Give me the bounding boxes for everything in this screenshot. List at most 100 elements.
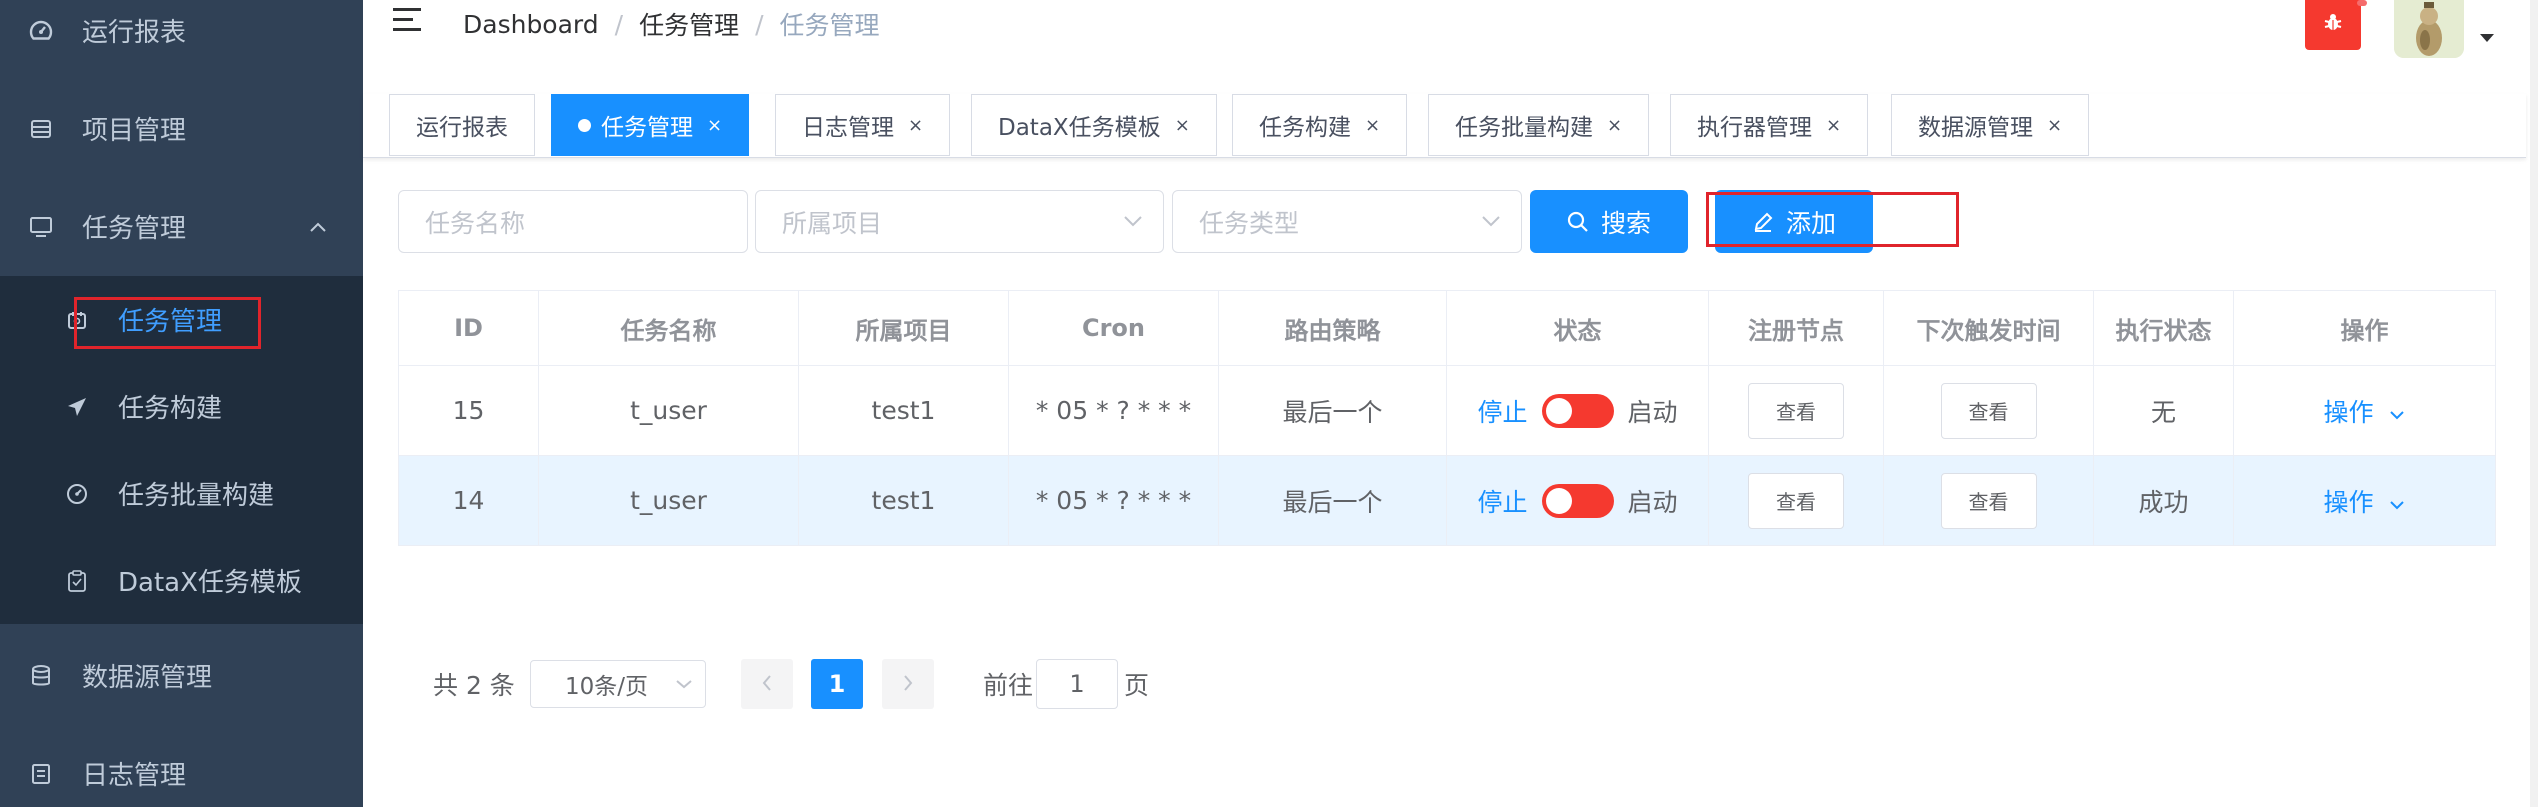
pagination-total: 共 2 条: [433, 671, 515, 700]
task-type-select[interactable]: 任务类型: [1172, 190, 1522, 253]
cell-operation: 操作: [2234, 456, 2496, 545]
close-icon[interactable]: ×: [1607, 115, 1622, 136]
view-next-trigger-button[interactable]: 查看: [1940, 472, 2037, 529]
header-exec-status: 执行状态: [2094, 291, 2234, 365]
cell-exec-status: 无: [2094, 366, 2234, 455]
tag-label: 任务批量构建: [1455, 115, 1593, 141]
hamburger-icon[interactable]: [393, 8, 423, 34]
cell-id: 15: [399, 366, 539, 455]
page-size-value: 10条/页: [565, 674, 649, 700]
search-button[interactable]: 搜索: [1530, 190, 1688, 253]
sidebar-item-datasource[interactable]: 数据源管理: [0, 627, 363, 724]
tag-datasource-management[interactable]: 数据源管理 ×: [1891, 94, 2090, 156]
tag-dashboard[interactable]: 运行报表: [389, 94, 535, 156]
operation-dropdown[interactable]: 操作: [2324, 483, 2406, 519]
bug-report-button[interactable]: [2305, 0, 2361, 50]
goto-page-input[interactable]: 1: [1036, 659, 1118, 709]
tag-log-management[interactable]: 日志管理 ×: [775, 94, 951, 156]
next-page-button[interactable]: [882, 659, 934, 709]
submenu-item-label: 任务批量构建: [118, 481, 275, 511]
stop-label[interactable]: 停止: [1477, 393, 1527, 429]
close-icon[interactable]: ×: [2047, 115, 2062, 136]
submenu-item-task-build[interactable]: 任务构建: [0, 363, 363, 450]
caret-down-icon[interactable]: [2480, 34, 2494, 42]
tag-executor-management[interactable]: 执行器管理 ×: [1670, 94, 1869, 156]
view-node-button[interactable]: 查看: [1748, 382, 1844, 439]
header-operation: 操作: [2234, 291, 2496, 365]
log-icon: [28, 761, 54, 787]
header-id: ID: [399, 291, 539, 365]
gauge-icon: [64, 481, 90, 507]
highlight-box-add: [1706, 192, 1959, 247]
tag-task-management[interactable]: 任务管理 ×: [551, 94, 750, 156]
cell-operation: 操作: [2234, 366, 2496, 455]
scrollbar[interactable]: [2530, 0, 2538, 807]
project-select[interactable]: 所属项目: [755, 190, 1164, 253]
cell-task-name: t_user: [539, 366, 799, 455]
task-name-input[interactable]: 任务名称: [398, 190, 748, 253]
tag-label: 任务构建: [1259, 115, 1351, 141]
close-icon[interactable]: ×: [1175, 115, 1190, 136]
cell-task-name: t_user: [539, 456, 799, 545]
goto-suffix: 页: [1124, 671, 1150, 700]
tag-label: 任务管理: [601, 115, 693, 141]
breadcrumb-task-management[interactable]: 任务管理: [639, 6, 739, 42]
avatar[interactable]: [2394, 0, 2464, 58]
tag-label: 执行器管理: [1697, 115, 1812, 141]
task-type-placeholder: 任务类型: [1199, 208, 1300, 238]
monitor-icon: [28, 214, 54, 240]
cell-next-trigger: 查看: [1884, 456, 2094, 545]
search-icon: [1567, 211, 1589, 233]
chevron-left-icon: [761, 670, 773, 698]
view-node-button[interactable]: 查看: [1748, 472, 1844, 529]
start-label[interactable]: 启动: [1628, 393, 1678, 429]
highlight-box-task-management: [74, 297, 261, 349]
prev-page-button[interactable]: [741, 659, 793, 709]
close-icon[interactable]: ×: [707, 115, 722, 136]
cell-cron: * 05 * ? * * *: [1009, 456, 1219, 545]
page-number-button[interactable]: 1: [811, 659, 863, 709]
cell-cron: * 05 * ? * * *: [1009, 366, 1219, 455]
search-button-label: 搜索: [1600, 208, 1651, 238]
tag-datax-template[interactable]: DataX任务模板 ×: [971, 94, 1217, 156]
submenu-item-datax-template[interactable]: DataX任务模板: [0, 537, 363, 624]
sidebar-item-task-management[interactable]: 任务管理: [0, 178, 363, 275]
sidebar-item-project[interactable]: 项目管理: [0, 80, 363, 177]
chevron-down-icon: [2389, 398, 2405, 427]
start-label[interactable]: 启动: [1628, 483, 1678, 519]
submenu-item-label: 任务构建: [118, 394, 223, 424]
breadcrumb: Dashboard / 任务管理 / 任务管理: [463, 6, 880, 42]
close-icon[interactable]: ×: [1365, 115, 1380, 136]
table-row[interactable]: 14 t_user test1 * 05 * ? * * * 最后一个 停止 启…: [399, 456, 2496, 546]
table-row[interactable]: 15 t_user test1 * 05 * ? * * * 最后一个 停止 启…: [399, 366, 2496, 456]
switch-knob: [1545, 487, 1572, 514]
cell-route: 最后一个: [1219, 366, 1447, 455]
cell-id: 14: [399, 456, 539, 545]
dashboard-icon: [28, 18, 54, 44]
project-icon: [28, 116, 54, 142]
tag-task-batch-build[interactable]: 任务批量构建 ×: [1428, 94, 1650, 156]
sidebar-item-dashboard[interactable]: 运行报表: [0, 0, 363, 79]
tag-task-build[interactable]: 任务构建 ×: [1232, 94, 1408, 156]
sidebar-item-log[interactable]: 日志管理: [0, 725, 363, 807]
tags-view: 运行报表 任务管理 × 日志管理 × DataX任务模板 × 任务构建 × 任务…: [363, 94, 2526, 158]
page-size-select[interactable]: 10条/页: [530, 660, 706, 708]
chevron-down-icon: [1481, 209, 1501, 234]
switch-knob: [1545, 397, 1572, 424]
status-switch[interactable]: [1541, 393, 1614, 428]
stop-label[interactable]: 停止: [1477, 483, 1527, 519]
header-cron: Cron: [1009, 291, 1219, 365]
view-next-trigger-button[interactable]: 查看: [1940, 382, 2037, 439]
close-icon[interactable]: ×: [908, 115, 923, 136]
cell-route: 最后一个: [1219, 456, 1447, 545]
breadcrumb-current: 任务管理: [779, 11, 880, 40]
submenu-item-task-batch-build[interactable]: 任务批量构建: [0, 450, 363, 537]
sidebar-item-label: 任务管理: [82, 214, 187, 244]
operation-dropdown[interactable]: 操作: [2324, 393, 2406, 429]
close-icon[interactable]: ×: [1826, 115, 1841, 136]
breadcrumb-dashboard[interactable]: Dashboard: [463, 10, 599, 39]
status-switch[interactable]: [1541, 483, 1614, 518]
cell-project: test1: [799, 456, 1009, 545]
operation-label: 操作: [2323, 397, 2374, 427]
table-header-row: ID 任务名称 所属项目 Cron 路由策略 状态 注册节点 下次触发时间 执行…: [399, 291, 2496, 366]
